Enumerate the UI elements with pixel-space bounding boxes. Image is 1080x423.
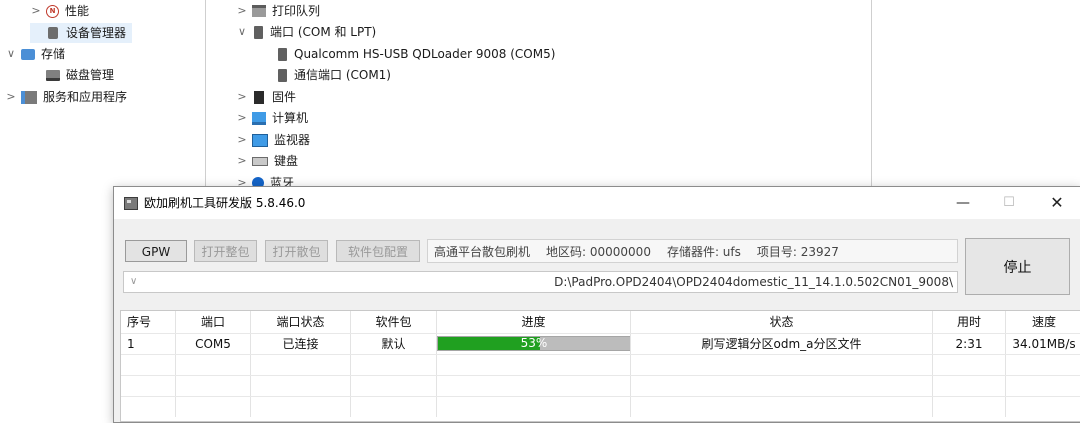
column-header[interactable]: 软件包 [351, 311, 437, 333]
column-header[interactable]: 端口状态 [251, 311, 351, 333]
tree-item-label: 性能 [65, 4, 90, 18]
close-button[interactable]: ✕ [1034, 187, 1080, 219]
row-port: COM5 [176, 334, 251, 354]
chevron-right-icon[interactable]: > [236, 130, 248, 150]
device-label: 端口 (COM 和 LPT) [270, 25, 377, 39]
port-icon [278, 68, 287, 82]
row-progress: 53% [437, 334, 631, 354]
device-info-bar: 高通平台散包刷机 地区码: 00000000 存储器件: ufs 项目号: 23… [427, 239, 958, 263]
device-label: 监视器 [274, 133, 311, 147]
device-category-firmware[interactable]: > 固件 [236, 87, 296, 107]
package-config-button[interactable]: 软件包配置 [336, 240, 420, 262]
title-bar[interactable]: 欧加刷机工具研发版 5.8.46.0 — ☐ ✕ [114, 187, 1080, 219]
column-header[interactable]: 进度 [437, 311, 631, 333]
flash-tool-window: 欧加刷机工具研发版 5.8.46.0 — ☐ ✕ GPW 打开整包 打开散包 软… [113, 186, 1080, 423]
table-row-empty [121, 354, 1080, 375]
app-icon [124, 197, 138, 210]
device-label: 打印队列 [272, 4, 321, 18]
row-speed: 34.01MB/s [1012, 337, 1076, 351]
device-label: Qualcomm HS-USB QDLoader 9008 (COM5) [294, 47, 556, 61]
stop-button[interactable]: 停止 [965, 238, 1070, 295]
print-queue-icon [252, 5, 266, 17]
progress-label: 53% [520, 336, 548, 350]
tree-item-disk-management[interactable]: 磁盘管理 [30, 65, 114, 85]
window-title: 欧加刷机工具研发版 5.8.46.0 [144, 196, 306, 210]
chevron-right-icon[interactable]: > [5, 87, 17, 107]
firmware-icon [254, 90, 264, 104]
device-category-computer[interactable]: > 计算机 [236, 108, 308, 128]
tree-item-performance[interactable]: > N 性能 [30, 1, 89, 21]
device-category-print-queue[interactable]: > 打印队列 [236, 1, 320, 21]
tree-item-services[interactable]: > 服务和应用程序 [5, 87, 127, 107]
chevron-right-icon[interactable]: > [236, 151, 248, 171]
row-package: 默认 [351, 334, 437, 354]
column-header[interactable]: 用时 [933, 311, 1006, 333]
column-header[interactable]: 速度 [1006, 311, 1080, 333]
row-elapsed: 2:31 [933, 334, 1006, 354]
services-icon [21, 90, 37, 104]
device-category-ports[interactable]: ∨ 端口 (COM 和 LPT) [236, 22, 376, 42]
device-label: 通信端口 (COM1) [294, 68, 391, 82]
row-port-status: 已连接 [251, 334, 351, 354]
device-communications-port[interactable]: 通信端口 (COM1) [276, 65, 391, 85]
computer-icon [252, 111, 266, 125]
open-scatter-package-button[interactable]: 打开散包 [265, 240, 328, 262]
package-path-combobox[interactable]: ∨ D:\PadPro.OPD2404\OPD2404domestic_11_1… [123, 271, 958, 293]
port-icon [278, 47, 287, 61]
disk-icon [46, 69, 60, 81]
row-status: 刷写逻辑分区odm_a分区文件 [631, 334, 933, 354]
tree-item-label: 服务和应用程序 [43, 90, 128, 104]
chevron-right-icon[interactable]: > [236, 108, 248, 128]
storage-icon [21, 48, 35, 60]
region-code-text: 地区码: 00000000 [546, 244, 651, 259]
chevron-down-icon[interactable]: ∨ [5, 44, 17, 64]
table-header: 序号 端口 端口状态 软件包 进度 状态 用时 速度 [121, 311, 1080, 333]
chevron-down-icon[interactable]: ∨ [236, 22, 248, 42]
keyboard-icon [252, 156, 268, 166]
gpw-button[interactable]: GPW [125, 240, 187, 262]
column-header[interactable]: 序号 [121, 311, 176, 333]
table-row-empty [121, 396, 1080, 417]
project-number-text: 项目号: 23927 [756, 244, 839, 259]
device-table: 序号 端口 端口状态 软件包 进度 状态 用时 速度 1 COM5 已连接 默认… [120, 310, 1080, 422]
monitor-icon [252, 133, 268, 147]
column-header[interactable]: 状态 [631, 311, 933, 333]
tree-item-label: 存储 [41, 47, 66, 61]
table-row[interactable]: 1 COM5 已连接 默认 53% 刷写逻辑分区odm_a分区文件 2:31 3… [121, 333, 1080, 354]
chevron-right-icon[interactable]: > [236, 1, 248, 21]
row-index: 1 [121, 334, 176, 354]
flash-mode-text: 高通平台散包刷机 [434, 244, 531, 259]
tree-item-label: 磁盘管理 [66, 68, 115, 82]
chevron-down-icon[interactable]: ∨ [130, 272, 137, 292]
device-category-keyboards[interactable]: > 键盘 [236, 151, 298, 171]
port-icon [254, 25, 263, 39]
device-category-monitors[interactable]: > 监视器 [236, 130, 310, 150]
tree-item-device-manager[interactable]: 设备管理器 [30, 23, 133, 43]
device-label: 固件 [272, 90, 297, 104]
tree-item-storage[interactable]: ∨ 存储 [5, 44, 65, 64]
table-row-empty [121, 375, 1080, 396]
storage-type-text: 存储器件: ufs [666, 244, 741, 259]
minimize-button[interactable]: — [940, 187, 986, 219]
progress-bar: 53% [437, 336, 630, 351]
performance-icon: N [46, 4, 59, 18]
maximize-button[interactable]: ☐ [986, 187, 1032, 219]
device-label: 计算机 [272, 111, 309, 125]
tree-item-label: 设备管理器 [66, 26, 127, 40]
chevron-right-icon[interactable]: > [236, 87, 248, 107]
device-manager-icon [48, 27, 58, 39]
open-full-package-button[interactable]: 打开整包 [194, 240, 257, 262]
device-qualcomm-qdloader[interactable]: Qualcomm HS-USB QDLoader 9008 (COM5) [276, 44, 555, 64]
package-path-text: D:\PadPro.OPD2404\OPD2404domestic_11_14.… [554, 275, 953, 289]
device-label: 键盘 [274, 154, 299, 168]
chevron-right-icon[interactable]: > [30, 1, 42, 21]
column-header[interactable]: 端口 [176, 311, 251, 333]
